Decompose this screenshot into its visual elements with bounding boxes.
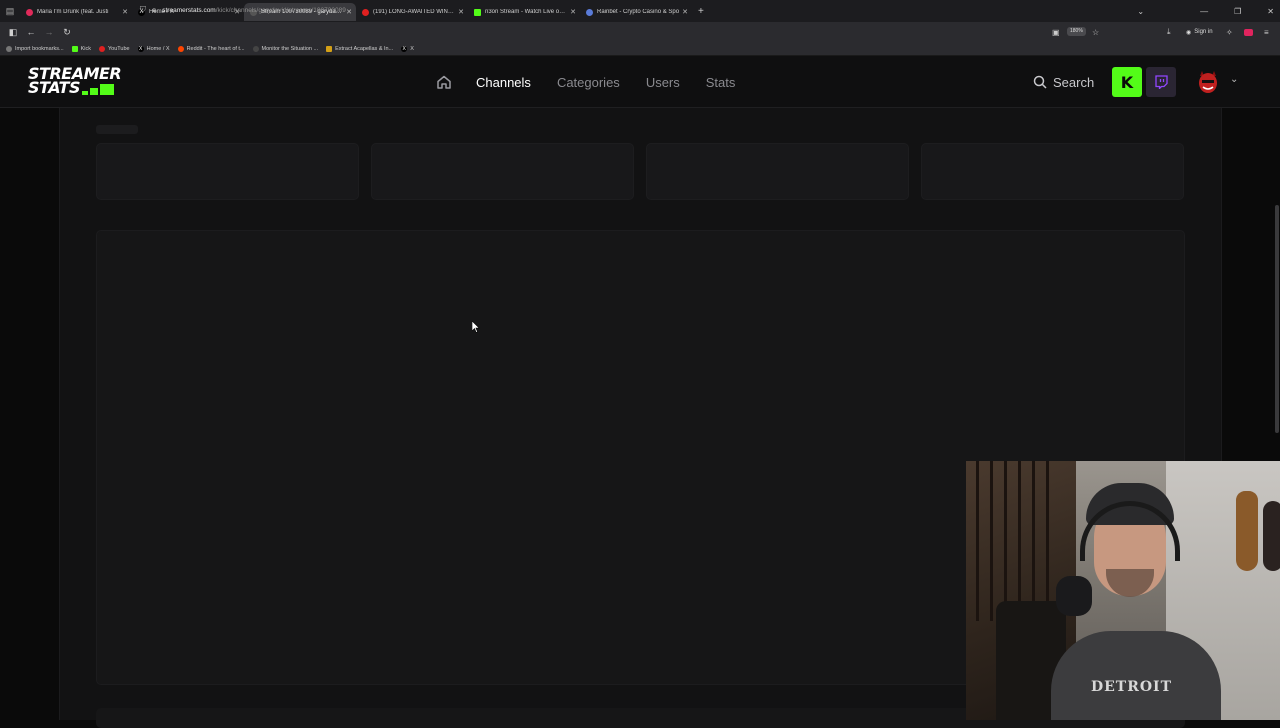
logo-bar [81, 91, 88, 95]
logo-bar [89, 88, 98, 95]
bookmark-item[interactable]: Kick [71, 45, 91, 52]
chevron-down-icon[interactable]: ⌄ [1230, 74, 1238, 85]
youtube-icon [99, 45, 105, 52]
bookmark-label: YouTube [108, 45, 130, 52]
kick-icon: K [1120, 72, 1134, 92]
skeleton-stat-card [646, 143, 909, 200]
bookmark-item[interactable]: YouTube [99, 45, 130, 52]
minimize-icon[interactable]: — [1200, 7, 1208, 16]
bookmark-item[interactable]: Monitor the Situation ... [252, 45, 319, 52]
webcam-railing [976, 461, 979, 621]
x-icon: X [137, 45, 144, 52]
nav-channels[interactable]: Channels [476, 75, 531, 90]
skeleton-title [96, 125, 138, 134]
reddit-icon [177, 45, 184, 52]
webcam-person-body: DETROIT [1051, 631, 1221, 720]
site-header: STREAMER STATS Channels Categories Users… [0, 56, 1280, 108]
logo-line2-row: STATS [28, 78, 138, 97]
bookmark-label: Home / X [146, 45, 170, 52]
twitch-icon [1155, 75, 1168, 89]
kick-platform-button[interactable]: K [1112, 67, 1142, 97]
bookmark-item[interactable]: Extract Acapellas & In... [326, 45, 394, 52]
skeleton-stat-card [921, 143, 1184, 200]
address-bar[interactable]: ⛉ 🔒︎ streamerstats.com/kick/channels/gar… [134, 2, 1104, 18]
account-icon: ◉ [1186, 29, 1192, 36]
search-button[interactable]: Search [1033, 56, 1094, 108]
home-icon[interactable] [436, 74, 452, 90]
window-controls: ⌄ — ❐ ✕ [1137, 0, 1274, 22]
bookmark-label: X [410, 45, 414, 52]
webcam-guitar [1236, 491, 1258, 571]
shirt-text: DETROIT [1091, 679, 1173, 695]
bookmark-item[interactable]: X Home / X [137, 45, 170, 52]
menu-icon[interactable]: ≡ [1264, 22, 1269, 42]
extensions-icon[interactable]: ✧ [1226, 22, 1233, 42]
webcam-microphone [1056, 576, 1092, 616]
browser-tab[interactable]: Maria I'm Drunk (feat. Justi ✕ [20, 3, 132, 21]
skeleton-stat-card [371, 143, 634, 200]
bookmark-item[interactable]: Reddit - The heart of t... [177, 45, 245, 52]
main-nav: Channels Categories Users Stats [436, 56, 761, 108]
shield-icon[interactable]: ⛉ [140, 5, 146, 15]
reload-icon[interactable]: ↻ [58, 22, 76, 42]
logo-bar [99, 84, 114, 95]
forward-icon[interactable]: → [40, 22, 58, 42]
bookmark-label: Reddit - The heart of t... [186, 45, 245, 52]
reader-icon[interactable]: ▣ [1052, 22, 1060, 42]
import-icon [6, 45, 12, 52]
page-scrollbar[interactable] [1275, 205, 1279, 433]
user-avatar[interactable] [1196, 70, 1220, 94]
close-icon[interactable]: ✕ [122, 8, 128, 16]
browser-toolbar: ◧ ← → ↻ [0, 22, 1280, 42]
bookmark-label: Extract Acapellas & In... [335, 45, 394, 52]
url-host: streamerstats.com [162, 6, 216, 14]
search-label: Search [1053, 74, 1095, 90]
search-icon [1033, 75, 1047, 89]
star-icon[interactable]: ☆ [1092, 22, 1099, 42]
monitor-icon [252, 45, 259, 52]
signin-label: Sign in [1194, 29, 1213, 35]
twitch-platform-button[interactable] [1146, 67, 1176, 97]
webcam-guitar [1263, 501, 1280, 571]
back-icon[interactable]: ← [22, 22, 40, 42]
kick-icon [71, 45, 78, 52]
logo-line2: STATS [28, 78, 80, 97]
skeleton-stat-card [96, 143, 359, 200]
nav-stats[interactable]: Stats [706, 75, 736, 90]
restore-icon[interactable]: ❐ [1234, 7, 1241, 16]
url-path: /kick/channels/garydavid/streams/1007300… [215, 6, 346, 14]
download-icon[interactable]: ⤓ [1167, 22, 1171, 42]
bookmark-item[interactable]: XX [401, 45, 414, 52]
tab-menu-icon[interactable]: ▤ [0, 0, 20, 22]
mouse-cursor-icon [472, 321, 480, 333]
bookmark-label: Monitor the Situation ... [261, 45, 319, 52]
webcam-overlay: DETROIT [966, 461, 1280, 720]
close-window-icon[interactable]: ✕ [1267, 7, 1274, 16]
x-icon: X [401, 45, 408, 52]
bookmark-label: Kick [80, 45, 91, 52]
bookmark-item[interactable]: Import bookmarks... [6, 45, 64, 52]
sidebar-icon[interactable]: ◧ [4, 22, 22, 42]
bookmarks-bar: Import bookmarks... Kick YouTube X Home /… [0, 42, 1280, 56]
tab-title: Maria I'm Drunk (feat. Justi [37, 9, 109, 15]
bookmark-label: Import bookmarks... [15, 45, 64, 52]
zoom-badge[interactable]: 180% [1067, 27, 1086, 36]
lock-icon[interactable]: 🔒︎ [152, 5, 156, 15]
tab-search-icon[interactable]: ⌄ [1137, 7, 1144, 16]
tab-favicon [26, 8, 33, 16]
signin-button[interactable]: ◉ Sign in [1186, 22, 1213, 42]
acapella-icon [326, 45, 333, 52]
profile-icon[interactable] [1244, 22, 1253, 42]
streamerstats-logo[interactable]: STREAMER STATS [28, 66, 138, 97]
nav-categories[interactable]: Categories [557, 75, 620, 90]
nav-users[interactable]: Users [646, 75, 680, 90]
